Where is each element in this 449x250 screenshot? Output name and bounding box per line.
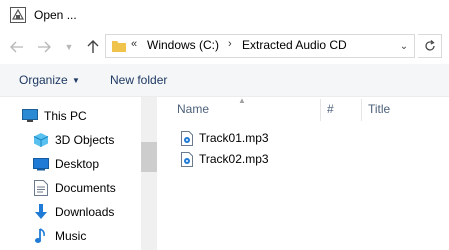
recent-locations-button[interactable]: ▼ xyxy=(60,37,78,57)
scrollbar-thumb[interactable] xyxy=(141,142,157,172)
nav-item-documents[interactable]: Documents xyxy=(33,177,116,199)
forward-button[interactable] xyxy=(35,37,53,57)
nav-item-desktop[interactable]: Desktop xyxy=(33,153,99,175)
breadcrumb-overflow[interactable]: « xyxy=(131,38,137,50)
nav-item-this-pc[interactable]: This PC xyxy=(22,105,87,127)
column-header-title[interactable]: Title xyxy=(368,102,390,116)
file-row-track01[interactable]: Track01.mp3 xyxy=(180,128,269,148)
organize-dropdown-icon: ▼ xyxy=(72,76,80,85)
sort-ascending-icon: ▲ xyxy=(238,96,246,105)
chevron-down-icon: ▼ xyxy=(64,42,74,52)
3d-objects-icon xyxy=(33,132,49,148)
audio-file-icon xyxy=(180,130,194,146)
column-divider[interactable] xyxy=(320,99,321,121)
nav-item-3d-objects[interactable]: 3D Objects xyxy=(33,129,114,151)
address-dropdown-button[interactable]: ⌄ xyxy=(396,36,412,56)
organize-button[interactable]: Organize xyxy=(19,73,68,87)
column-header-number[interactable]: # xyxy=(327,102,334,116)
this-pc-icon xyxy=(22,108,38,124)
back-button[interactable] xyxy=(8,37,26,57)
desktop-icon xyxy=(33,156,49,172)
column-header-name[interactable]: Name xyxy=(177,102,209,116)
music-icon xyxy=(33,228,49,244)
refresh-icon xyxy=(424,40,435,51)
up-button[interactable] xyxy=(84,37,102,57)
file-row-track02[interactable]: Track02.mp3 xyxy=(180,149,269,169)
downloads-icon xyxy=(33,204,49,220)
refresh-button[interactable] xyxy=(418,34,442,58)
column-divider[interactable] xyxy=(361,99,362,121)
nav-item-downloads[interactable]: Downloads xyxy=(33,201,114,223)
breadcrumb-windows-c[interactable]: Windows (C:) xyxy=(147,38,219,52)
documents-icon xyxy=(33,180,49,196)
breadcrumb-separator-icon: › xyxy=(228,38,232,50)
breadcrumb-extracted-audio-cd[interactable]: Extracted Audio CD xyxy=(242,38,347,52)
window-title: Open ... xyxy=(34,8,77,22)
nav-item-music[interactable]: Music xyxy=(33,225,86,247)
app-icon xyxy=(10,7,26,23)
navigation-scrollbar[interactable] xyxy=(141,97,157,250)
folder-icon xyxy=(112,40,126,52)
new-folder-button[interactable]: New folder xyxy=(110,73,167,87)
chevron-down-icon: ⌄ xyxy=(399,40,409,52)
audio-file-icon xyxy=(180,151,194,167)
